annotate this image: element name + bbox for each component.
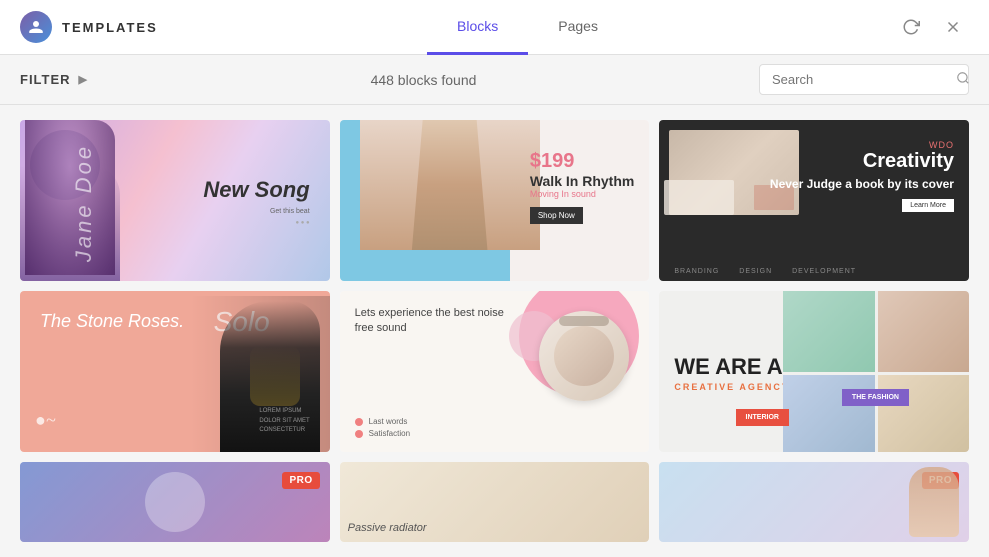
card-2-title: Walk In Rhythm (530, 173, 635, 189)
template-card-bottom-2[interactable]: Passive radiator (340, 462, 650, 542)
card-3-label: WDO (770, 140, 954, 150)
card-3-title: Creativity (770, 150, 954, 173)
search-icon (956, 71, 970, 88)
card-b2-label: Passive radiator (348, 522, 427, 534)
card-3-label-branding: BRANDING (674, 268, 719, 275)
card-6-visual: WE ARE A CREATIVE AGENCY INTERIOR THE FA… (659, 291, 969, 452)
close-button[interactable] (937, 11, 969, 43)
card-5-visual: Lets experience the best noise free soun… (340, 291, 650, 452)
card-2-visual: $199 Walk In Rhythm Moving In sound Shop… (340, 120, 650, 281)
card-1-subtitle: Get this beat● ● ● (203, 207, 309, 228)
app-title: TEMPLATES (62, 20, 158, 35)
card-b3-visual (659, 462, 969, 542)
template-card-bottom-3[interactable]: PRO (659, 462, 969, 542)
card-6-cell-3 (783, 375, 874, 452)
refresh-button[interactable] (895, 11, 927, 43)
search-box[interactable] (759, 64, 969, 95)
template-card-stone-roses[interactable]: The Stone Roses. Solo ●~ LOREM IPSUM DOL… (20, 291, 330, 452)
templates-grid: Jane Doe New Song Get this beat● ● ● $19… (0, 105, 989, 557)
tab-pages[interactable]: Pages (528, 0, 628, 55)
card-3-visual: WDO Creativity Never Judge a book by its… (659, 120, 969, 281)
card-4-signature: ●~ (35, 410, 56, 431)
card-6-cell-4 (878, 375, 969, 452)
template-card-creative-agency[interactable]: WE ARE A CREATIVE AGENCY INTERIOR THE FA… (659, 291, 969, 452)
card-3-text-area: WDO Creativity Never Judge a book by its… (770, 140, 954, 212)
card-6-image-grid (783, 291, 969, 452)
card-5-title: Lets experience the best noise free soun… (355, 306, 515, 337)
app-header: TEMPLATES Blocks Pages (0, 0, 989, 55)
card-3-label-design: DESIGN (739, 268, 772, 275)
card-1-title: New Song (203, 177, 309, 203)
card-1-visual: Jane Doe New Song Get this beat● ● ● (20, 120, 330, 281)
app-icon (20, 11, 52, 43)
card-5-dot-2 (355, 430, 363, 438)
card-5-feature-1: Last words (355, 417, 410, 426)
template-card-noise-free[interactable]: PRO Lets experience the best noise free … (340, 291, 650, 452)
card-2-subtitle: Moving In sound (530, 189, 635, 199)
tab-bar: Blocks Pages (180, 0, 875, 55)
blocks-count: 448 blocks found (88, 72, 759, 88)
filter-arrow-icon: ▶ (79, 73, 88, 86)
card-3-label-dev: DEVELOPMENT (792, 268, 856, 275)
card-2-text-area: $199 Walk In Rhythm Moving In sound Shop… (530, 150, 635, 224)
card-2-shop-btn[interactable]: Shop Now (530, 207, 583, 224)
pro-badge-bottom-1: PRO (282, 472, 319, 489)
app-brand: TEMPLATES (0, 11, 180, 43)
toolbar: FILTER ▶ 448 blocks found (0, 55, 989, 105)
card-6-badge-fashion: THE FASHION (842, 389, 909, 406)
template-card-walk-in-rhythm[interactable]: $199 Walk In Rhythm Moving In sound Shop… (340, 120, 650, 281)
card-4-left-text: The Stone Roses. (40, 311, 184, 333)
card-5-features-list: Last words Satisfaction (355, 417, 410, 441)
card-3-learn-btn[interactable]: Learn More (902, 199, 954, 212)
card-5-dot-1 (355, 418, 363, 426)
card-6-cell-2 (878, 291, 969, 372)
search-input[interactable] (772, 72, 948, 87)
filter-button[interactable]: FILTER ▶ (20, 72, 88, 87)
tab-blocks[interactable]: Blocks (427, 0, 528, 55)
card-2-image (360, 120, 540, 250)
card-3-bottom-labels: BRANDING DESIGN DEVELOPMENT (674, 268, 856, 275)
card-4-visual: The Stone Roses. Solo ●~ LOREM IPSUM DOL… (20, 291, 330, 452)
card-1-watermark-text: Jane Doe (71, 143, 97, 261)
card-3-desc: Never Judge a book by its cover (770, 177, 954, 191)
template-card-creativity[interactable]: WDO Creativity Never Judge a book by its… (659, 120, 969, 281)
card-2-price: $199 (530, 150, 635, 173)
card-6-badge-interior: INTERIOR (736, 409, 789, 426)
template-card-jane-doe[interactable]: Jane Doe New Song Get this beat● ● ● (20, 120, 330, 281)
card-1-text-area: New Song Get this beat● ● ● (203, 177, 309, 228)
card-4-title: The Stone Roses. (40, 311, 184, 333)
card-4-details: LOREM IPSUM DOLOR SIT AMET CONSECTETUR (259, 407, 309, 436)
card-b2-visual: Passive radiator (340, 462, 650, 542)
template-card-bottom-1[interactable]: PRO (20, 462, 330, 542)
header-actions (875, 11, 989, 43)
card-5-feature-2: Satisfaction (355, 429, 410, 438)
card-6-cell-1 (783, 291, 874, 372)
